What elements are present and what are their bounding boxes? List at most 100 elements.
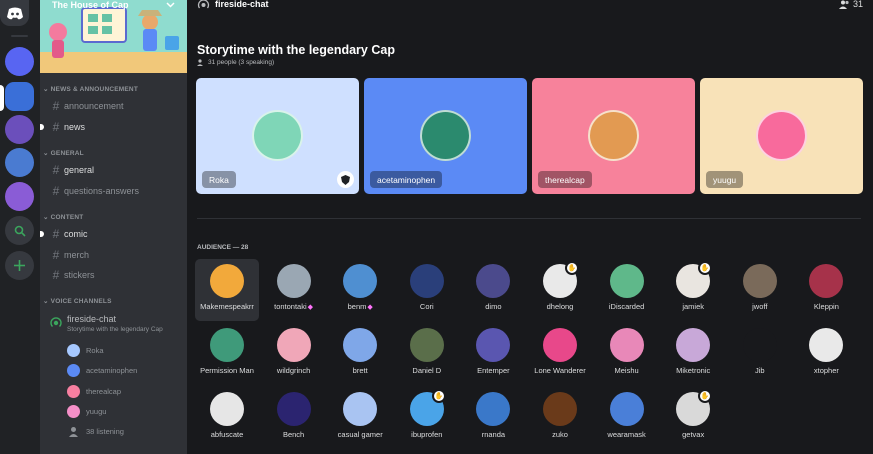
hash-icon: # <box>52 268 60 282</box>
avatar <box>809 328 844 362</box>
avatar <box>609 264 644 298</box>
audience-member[interactable]: iDiscarded <box>595 259 659 321</box>
audience-member[interactable]: wildgrinch <box>262 323 326 385</box>
audience-name-text: getvax <box>682 430 705 439</box>
audience-name: zuko <box>528 430 592 439</box>
nitro-boost-icon: ◆ <box>367 304 373 311</box>
audience-member[interactable]: Lone Wanderer <box>528 323 592 385</box>
audience-name: brett <box>328 366 392 375</box>
audience-member[interactable]: Meishu <box>595 323 659 385</box>
discord-logo-icon <box>6 7 23 19</box>
audience-name-text: wearamask <box>607 430 646 439</box>
audience-member[interactable]: Entemper <box>461 323 525 385</box>
audience-member[interactable]: dimo <box>461 259 525 321</box>
avatar <box>809 264 844 298</box>
voice-user[interactable]: yuugu <box>67 405 106 419</box>
audience-name-text: ibuprofen <box>411 430 443 439</box>
participant-count[interactable]: 31 <box>838 0 863 9</box>
server-icon[interactable] <box>5 182 34 211</box>
audience-member[interactable]: wearamask <box>595 387 659 449</box>
raised-hand-icon: ✋ <box>431 389 446 403</box>
speaker-card[interactable]: Roka <box>196 78 359 194</box>
avatar <box>343 392 378 426</box>
stage-main: fireside-chat 31 Storytime with the lege… <box>187 0 873 454</box>
audience-name-text: Lone Wanderer <box>534 366 586 375</box>
avatar <box>276 264 311 298</box>
audience-member[interactable]: Jib <box>728 323 792 385</box>
avatar <box>588 110 639 161</box>
search-icon <box>14 225 26 237</box>
avatar <box>67 364 80 377</box>
audience-name: getvax <box>661 430 725 439</box>
hash-icon: # <box>52 119 60 134</box>
audience-member[interactable]: ✋ ibuprofen <box>395 387 459 449</box>
stage-subtitle: 31 people (3 speaking) <box>197 59 274 66</box>
audience-member[interactable]: benm◆ <box>328 259 392 321</box>
audience-member[interactable]: ✋ getvax <box>661 387 725 449</box>
audience-name: Permission Man <box>195 366 259 375</box>
audience-name: tontontaki◆ <box>262 302 326 311</box>
listening-count[interactable]: 38 listening <box>67 424 124 438</box>
server-icon[interactable] <box>5 148 34 177</box>
category-header[interactable]: ⌄ NEWS & ANNOUNCEMENT <box>43 85 138 93</box>
audience-member[interactable]: zuko <box>528 387 592 449</box>
voice-user[interactable]: therealcap <box>67 384 121 398</box>
channel-news[interactable]: # news <box>40 119 183 135</box>
audience-member[interactable]: rnanda <box>461 387 525 449</box>
add-server-button[interactable] <box>5 251 34 280</box>
audience-member[interactable]: xtopher <box>794 323 858 385</box>
category-header[interactable]: ⌄ CONTENT <box>43 213 83 221</box>
category-voice-channels[interactable]: ⌄ VOICE CHANNELS <box>43 297 112 305</box>
chevron-down-icon[interactable] <box>166 0 175 10</box>
audience-name: jamiek <box>661 302 725 311</box>
hash-icon: # <box>52 163 60 177</box>
top-bar: fireside-chat 31 <box>187 0 873 12</box>
audience-member[interactable]: brett <box>328 323 392 385</box>
audience-name: Kleppin <box>794 302 858 311</box>
audience-name: casual gamer <box>328 430 392 439</box>
audience-name: Cori <box>395 302 459 311</box>
audience-member[interactable]: Cori <box>395 259 459 321</box>
discord-home-button[interactable] <box>0 0 29 26</box>
audience-name-text: jwoff <box>752 302 768 311</box>
audience-member[interactable]: Kleppin <box>794 259 858 321</box>
server-icon-active[interactable] <box>5 82 34 111</box>
speaker-card[interactable]: therealcap <box>532 78 695 194</box>
voice-user[interactable]: Roka <box>67 343 104 357</box>
server-banner[interactable]: The House of Cap <box>40 0 187 73</box>
audience-member[interactable]: abfuscate <box>195 387 259 449</box>
audience-member[interactable]: Daniel D <box>395 323 459 385</box>
audience-member[interactable]: Makemespeakrr <box>195 259 259 321</box>
channel-general[interactable]: # general <box>48 162 183 178</box>
audience-name-text: Bench <box>282 430 305 439</box>
channel-stickers[interactable]: # stickers <box>48 267 183 283</box>
channel-announcement[interactable]: # announcement <box>48 98 183 114</box>
audience-member[interactable]: Permission Man <box>195 323 259 385</box>
people-icon <box>838 0 849 9</box>
server-icon[interactable] <box>5 47 34 76</box>
channel-merch[interactable]: # merch <box>48 247 183 263</box>
channel-questions-answers[interactable]: # questions-answers <box>48 183 183 199</box>
speaker-card[interactable]: yuugu <box>700 78 863 194</box>
audience-member[interactable]: jwoff <box>728 259 792 321</box>
audience-member[interactable]: tontontaki◆ <box>262 259 326 321</box>
channel-comic[interactable]: # comic <box>40 226 183 242</box>
audience-name-text: jamiek <box>682 302 705 311</box>
chevron-down-icon: ⌄ <box>43 150 51 157</box>
audience-member[interactable]: casual gamer <box>328 387 392 449</box>
speaker-card[interactable]: acetaminophen <box>364 78 527 194</box>
audience-member[interactable]: Bench <box>262 387 326 449</box>
speaker-name: therealcap <box>538 171 592 188</box>
explore-servers-button[interactable] <box>5 216 34 245</box>
category-header[interactable]: ⌄ GENERAL <box>43 149 84 157</box>
category-label: CONTENT <box>50 214 84 221</box>
audience-member[interactable]: ✋ jamiek <box>661 259 725 321</box>
voice-user[interactable]: acetaminophen <box>67 364 137 378</box>
audience-member[interactable]: Miketronic <box>661 323 725 385</box>
server-icon[interactable] <box>5 115 34 144</box>
stage-divider <box>197 218 861 219</box>
audience-name-text: zuko <box>552 430 568 439</box>
audience-member[interactable]: ✋ dhelong <box>528 259 592 321</box>
avatar <box>476 264 511 298</box>
avatar <box>343 328 378 362</box>
